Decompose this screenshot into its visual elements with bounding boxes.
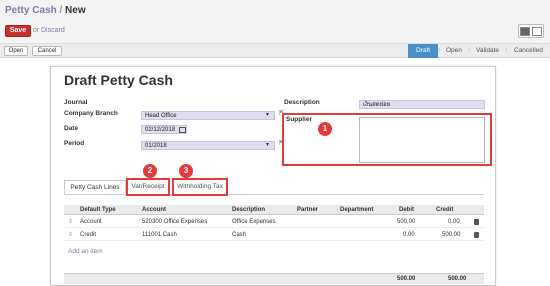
- discard-link[interactable]: Discard: [41, 27, 65, 34]
- period-label: Period: [64, 140, 85, 147]
- table-footer: 500.00 500.00: [64, 273, 484, 284]
- open-button[interactable]: Open: [4, 46, 28, 56]
- column-header[interactable]: Default Type: [80, 205, 116, 215]
- tab-petty-cash-lines[interactable]: Petty Cash Lines: [64, 180, 126, 194]
- table-header: Default Type Account Description Partner…: [64, 205, 484, 215]
- description-field[interactable]: เงินสดย่อย: [359, 100, 485, 109]
- description-label: Description: [284, 99, 320, 106]
- cell-account: 111001 Cash: [142, 232, 177, 238]
- add-item-link[interactable]: Add an item: [68, 248, 103, 255]
- cell-credit: 0.00: [448, 219, 460, 225]
- cell-default-type: Account: [80, 219, 102, 225]
- chevron-down-icon[interactable]: ▾: [266, 141, 269, 148]
- cell-account: 520300 Office Expenses: [142, 219, 208, 225]
- status-open[interactable]: Open: [446, 44, 462, 58]
- column-header[interactable]: Account: [142, 205, 166, 215]
- breadcrumb-separator: /: [59, 5, 63, 16]
- cell-description: Office Expenses: [232, 219, 276, 225]
- breadcrumb-current: New: [65, 5, 86, 16]
- status-arrow-icon: ›: [505, 45, 508, 54]
- column-header[interactable]: Credit: [436, 205, 453, 215]
- trash-icon[interactable]: [474, 232, 479, 238]
- form-view-icon[interactable]: [520, 27, 530, 36]
- callout-badge-2: 2: [143, 164, 157, 178]
- view-switcher: [518, 24, 544, 38]
- callout-box-withholding: [172, 178, 228, 196]
- column-header[interactable]: Description: [232, 205, 265, 215]
- table-row[interactable]: ⇕ Account 520300 Office Expenses Office …: [64, 216, 484, 228]
- cell-debit: 0.00: [403, 232, 415, 238]
- column-header[interactable]: Partner: [297, 205, 318, 215]
- period-field[interactable]: 01/2018: [141, 141, 275, 150]
- company-branch-label: Company Branch: [64, 110, 118, 117]
- list-view-icon[interactable]: [532, 27, 542, 36]
- sheet-background: [50, 66, 496, 286]
- column-header[interactable]: Department: [340, 205, 373, 215]
- cell-credit: 500.00: [442, 232, 461, 238]
- cancel-button[interactable]: Cancel: [32, 46, 62, 56]
- company-branch-field[interactable]: Head Office: [141, 111, 275, 120]
- callout-badge-3: 3: [179, 164, 193, 178]
- date-label: Date: [64, 125, 79, 132]
- or-text: or: [33, 27, 40, 34]
- control-panel: Petty Cash / New Save or Discard: [0, 0, 550, 44]
- total-debit: 500.00: [397, 276, 416, 282]
- save-button[interactable]: Save: [5, 25, 31, 37]
- status-arrow-icon: ›: [468, 45, 471, 54]
- callout-box-supplier: [282, 113, 492, 166]
- status-validate[interactable]: Validate: [476, 44, 499, 58]
- total-credit: 500.00: [448, 276, 467, 282]
- journal-label: Journal: [64, 99, 88, 106]
- column-header[interactable]: Debit: [399, 205, 414, 215]
- trash-icon[interactable]: [474, 219, 479, 225]
- cell-description: Cash: [232, 232, 247, 238]
- table-row[interactable]: ⇕ Credit 111001 Cash Cash 0.00 500.00: [64, 229, 484, 241]
- breadcrumb-parent-link[interactable]: Petty Cash: [5, 5, 57, 16]
- chevron-down-icon[interactable]: ▾: [266, 111, 269, 118]
- callout-badge-1: 1: [318, 122, 332, 136]
- callout-box-vat: [126, 178, 170, 196]
- status-arrow-icon: ›: [438, 45, 441, 54]
- cell-debit: 500.00: [397, 219, 416, 225]
- breadcrumb: Petty Cash / New: [5, 5, 86, 16]
- action-bar: Open Cancel Draft › Open › Validate › Ca…: [0, 44, 550, 58]
- calendar-icon[interactable]: [179, 127, 186, 133]
- page-title: Draft Petty Cash: [64, 72, 173, 88]
- drag-handle-icon[interactable]: ⇕: [68, 216, 73, 228]
- status-cancelled[interactable]: Cancelled: [514, 44, 543, 58]
- cell-default-type: Credit: [80, 232, 97, 238]
- status-draft[interactable]: Draft: [408, 44, 439, 58]
- drag-handle-icon[interactable]: ⇕: [68, 229, 73, 241]
